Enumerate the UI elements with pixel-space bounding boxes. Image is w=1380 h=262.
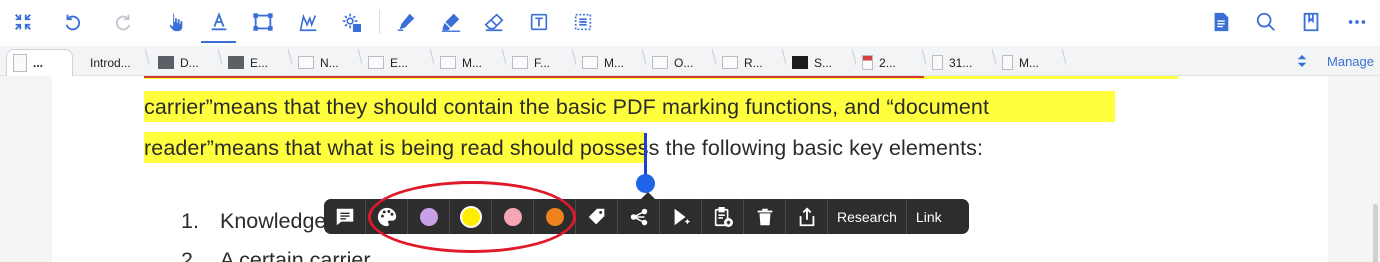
selection-caret[interactable] bbox=[644, 133, 647, 177]
delete-button[interactable] bbox=[744, 199, 786, 234]
toolbar-separator bbox=[379, 10, 380, 34]
tab-document[interactable]: E... bbox=[222, 49, 292, 76]
signature-icon[interactable] bbox=[293, 7, 323, 37]
red-underline-annotation bbox=[144, 76, 924, 78]
export-button[interactable] bbox=[786, 199, 828, 234]
document-thumbnail-icon bbox=[792, 56, 808, 69]
document-thumbnail-icon bbox=[652, 56, 668, 69]
document-text-line: carrier”means that they should contain t… bbox=[144, 95, 990, 119]
tab-label: F... bbox=[534, 55, 551, 70]
tab-label: E... bbox=[250, 55, 269, 70]
document-thumbnail-icon bbox=[1002, 55, 1013, 70]
tab-document[interactable]: F... bbox=[506, 49, 576, 76]
tab-label: O... bbox=[674, 55, 694, 70]
document-thumbnail-icon bbox=[13, 54, 27, 72]
clipboard-add-button[interactable] bbox=[702, 199, 744, 234]
tab-label: ... bbox=[33, 56, 44, 70]
document-thumbnail-icon bbox=[368, 56, 384, 69]
pen-icon[interactable] bbox=[391, 7, 421, 37]
document-thumbnail-icon bbox=[298, 56, 314, 69]
tab-label: 2... bbox=[879, 55, 896, 70]
scrollbar[interactable] bbox=[1373, 204, 1378, 262]
text-highlight-icon[interactable] bbox=[204, 7, 234, 37]
active-tool-indicator bbox=[201, 41, 236, 43]
tag-button[interactable] bbox=[576, 199, 618, 234]
list-number: 2. bbox=[181, 248, 199, 262]
document-thumbnail-icon bbox=[862, 55, 873, 70]
tab-label: Introd... bbox=[90, 55, 131, 70]
redo-icon[interactable] bbox=[108, 7, 138, 37]
tab-document[interactable]: E... bbox=[362, 49, 434, 76]
text-box-icon[interactable] bbox=[524, 7, 554, 37]
tab-document[interactable]: M... bbox=[434, 49, 506, 76]
sort-icon[interactable] bbox=[1295, 53, 1309, 69]
tab-document[interactable]: D... bbox=[152, 49, 222, 76]
share-node-button[interactable] bbox=[618, 199, 660, 234]
research-button[interactable]: Research bbox=[828, 199, 907, 234]
tab-document[interactable]: Introd... bbox=[78, 49, 149, 76]
bookmark-icon[interactable] bbox=[1296, 7, 1326, 37]
tab-document[interactable]: 31... bbox=[926, 49, 996, 76]
red-circle-annotation bbox=[368, 181, 576, 253]
document-thumbnail-icon bbox=[228, 56, 244, 69]
tab-document[interactable]: M... bbox=[996, 49, 1066, 76]
manage-tabs-button[interactable]: Manage bbox=[1319, 54, 1374, 69]
gear-settings-icon[interactable] bbox=[336, 7, 366, 37]
document-thumbnail-icon bbox=[440, 56, 456, 69]
tab-label: M... bbox=[462, 55, 482, 70]
tab-document[interactable]: M... bbox=[576, 49, 646, 76]
highlighter-icon[interactable] bbox=[436, 7, 466, 37]
document-viewport: carrier”means that they should contain t… bbox=[0, 76, 1380, 262]
tab-label: 31... bbox=[949, 55, 973, 70]
eraser-icon[interactable] bbox=[479, 7, 509, 37]
document-thumbnail-icon bbox=[582, 56, 598, 69]
text-select-icon[interactable] bbox=[568, 7, 598, 37]
document-text-line: reader”means that what is being read sho… bbox=[144, 136, 984, 160]
undo-icon[interactable] bbox=[58, 7, 88, 37]
tab-document[interactable]: S... bbox=[786, 49, 856, 76]
document-thumbnail-icon bbox=[722, 56, 738, 69]
tab-document[interactable]: R... bbox=[716, 49, 786, 76]
document-thumbnail-icon bbox=[512, 56, 528, 69]
selection-handle[interactable] bbox=[636, 174, 655, 193]
document-thumbnail-icon bbox=[932, 55, 943, 70]
hand-icon[interactable] bbox=[160, 7, 190, 37]
tab-label: N... bbox=[320, 55, 339, 70]
list-number: 1. bbox=[181, 209, 199, 233]
document-icon[interactable] bbox=[1206, 7, 1236, 37]
top-toolbar bbox=[0, 0, 1380, 46]
document-thumbnail-icon bbox=[158, 56, 174, 69]
search-icon[interactable] bbox=[1251, 7, 1281, 37]
comment-button[interactable] bbox=[324, 199, 366, 234]
rectangle-select-icon[interactable] bbox=[248, 7, 278, 37]
more-icon[interactable] bbox=[1342, 7, 1372, 37]
tab-label: D... bbox=[180, 55, 199, 70]
tab-label: M... bbox=[1019, 55, 1039, 70]
tab-label: S... bbox=[814, 55, 833, 70]
tab-document[interactable]: N... bbox=[292, 49, 362, 76]
tab-document[interactable]: 2... bbox=[856, 49, 926, 76]
tab-label: R... bbox=[744, 55, 763, 70]
read-aloud-button[interactable] bbox=[660, 199, 702, 234]
tab-label: E... bbox=[390, 55, 409, 70]
tab-bar-actions: Manage bbox=[1295, 46, 1380, 76]
tab-label: M... bbox=[604, 55, 624, 70]
tab-document[interactable]: ... bbox=[6, 49, 73, 76]
document-tab-bar: ... Introd... D... E... N... E... M... F… bbox=[0, 46, 1380, 76]
list-item-text: A certain carrier bbox=[220, 248, 371, 262]
fullscreen-exit-icon[interactable] bbox=[8, 7, 38, 37]
tab-document[interactable]: O... bbox=[646, 49, 716, 76]
link-button[interactable]: Link bbox=[907, 199, 951, 234]
